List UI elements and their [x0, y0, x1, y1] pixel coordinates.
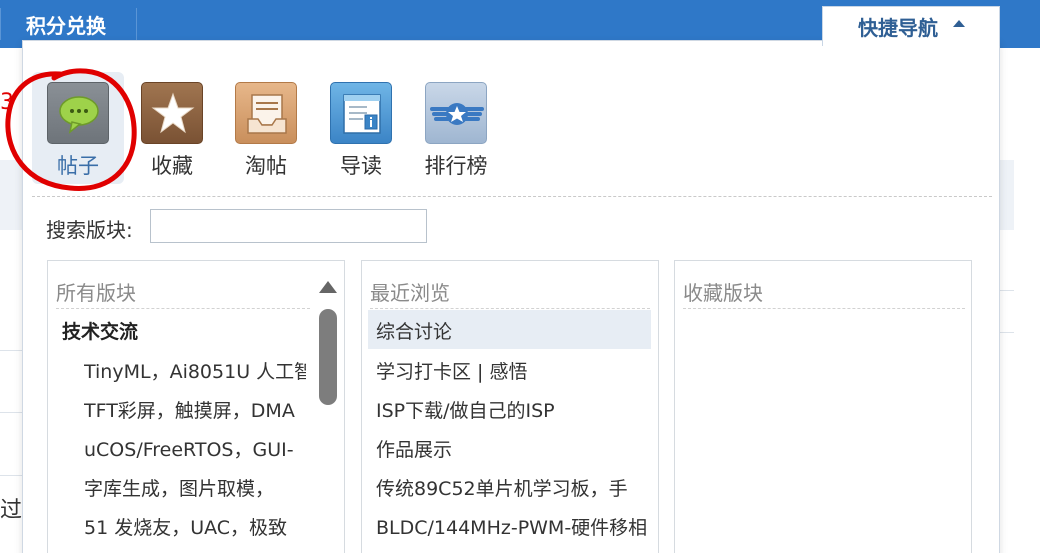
inbox-tray-icon — [235, 82, 297, 144]
quick-nav-label-posts: 帖子 — [57, 154, 99, 178]
forum-list-item[interactable]: TinyML，Ai8051U 人工智能 — [84, 357, 306, 384]
recent-forums-title: 最近浏览 — [370, 281, 450, 305]
quick-nav-label-favorites: 收藏 — [151, 154, 193, 178]
recent-forum-item[interactable]: 传统89C52单片机学习板，手 — [376, 474, 652, 501]
scrollbar-thumb[interactable] — [319, 309, 337, 405]
background-rule — [1000, 332, 1014, 333]
background-rule — [0, 475, 22, 476]
quick-nav-item-ranking[interactable]: 排行榜 — [410, 72, 502, 184]
winged-star-badge-icon — [425, 82, 487, 144]
background-block — [1000, 160, 1014, 230]
forum-list-item[interactable]: uCOS/FreeRTOS，GUI- — [84, 435, 306, 462]
background-rule — [0, 350, 22, 351]
background-rule — [0, 412, 22, 413]
all-forums-panel: 所有版块 技术交流 TinyML，Ai8051U 人工智能 TFT彩屏，触摸屏，… — [47, 260, 345, 553]
all-forums-scrollbar[interactable] — [318, 269, 338, 553]
background-rule — [1000, 290, 1014, 291]
recent-forum-item[interactable]: 学习打卡区 | 感悟 — [376, 357, 652, 384]
page: 积分兑换 3 过帖 快捷导航 帖子 收藏 — [0, 0, 1040, 553]
star-icon — [141, 82, 203, 144]
dashed-divider — [32, 196, 992, 197]
quick-nav-item-tao[interactable]: 淘帖 — [220, 72, 312, 184]
column-divider — [56, 308, 310, 309]
quick-nav-item-guide[interactable]: 导读 — [315, 72, 407, 184]
recent-forum-item[interactable]: ISP下载/做自己的ISP — [376, 396, 652, 423]
all-forums-title: 所有版块 — [56, 281, 136, 305]
background-red-text: 3 — [0, 90, 14, 115]
points-exchange-link[interactable]: 积分兑换 — [26, 10, 106, 39]
column-divider — [683, 308, 965, 309]
recent-forums-panel: 最近浏览 综合讨论 学习打卡区 | 感悟 ISP下载/做自己的ISP 作品展示 … — [361, 260, 659, 553]
caret-up-icon[interactable] — [953, 20, 965, 27]
recent-forum-item[interactable]: BLDC/144MHz-PWM-硬件移相 — [376, 513, 652, 540]
nav-separator — [136, 8, 137, 40]
forum-list-item[interactable]: TFT彩屏，触摸屏，DMA — [84, 396, 306, 423]
search-forum-input[interactable] — [150, 209, 427, 243]
info-document-icon — [330, 82, 392, 144]
recent-forum-item[interactable]: 综合讨论 — [368, 310, 651, 349]
scroll-up-arrow-icon[interactable] — [319, 281, 337, 293]
background-block — [0, 160, 22, 230]
quick-nav-item-favorites[interactable]: 收藏 — [126, 72, 218, 184]
quick-nav-item-posts[interactable]: 帖子 — [32, 72, 124, 184]
chat-bubble-icon — [47, 82, 109, 144]
quick-nav-label[interactable]: 快捷导航 — [858, 12, 938, 41]
column-divider — [370, 308, 650, 309]
quick-nav-label-guide: 导读 — [340, 154, 382, 178]
forum-group-tech[interactable]: 技术交流 — [62, 317, 302, 347]
favorite-forums-panel: 收藏版块 — [674, 260, 972, 553]
forum-list-item[interactable]: 51 发烧友，UAC，极致 — [84, 513, 306, 540]
quick-nav-label-ranking: 排行榜 — [424, 154, 488, 178]
nav-separator — [0, 8, 1, 40]
search-forum-label: 搜索版块: — [46, 218, 133, 242]
quick-nav-label-tao: 淘帖 — [245, 154, 287, 178]
recent-forum-item[interactable]: 作品展示 — [376, 435, 652, 462]
forum-list-item[interactable]: 字库生成，图片取模， — [84, 474, 306, 501]
favorite-forums-title: 收藏版块 — [683, 281, 763, 305]
